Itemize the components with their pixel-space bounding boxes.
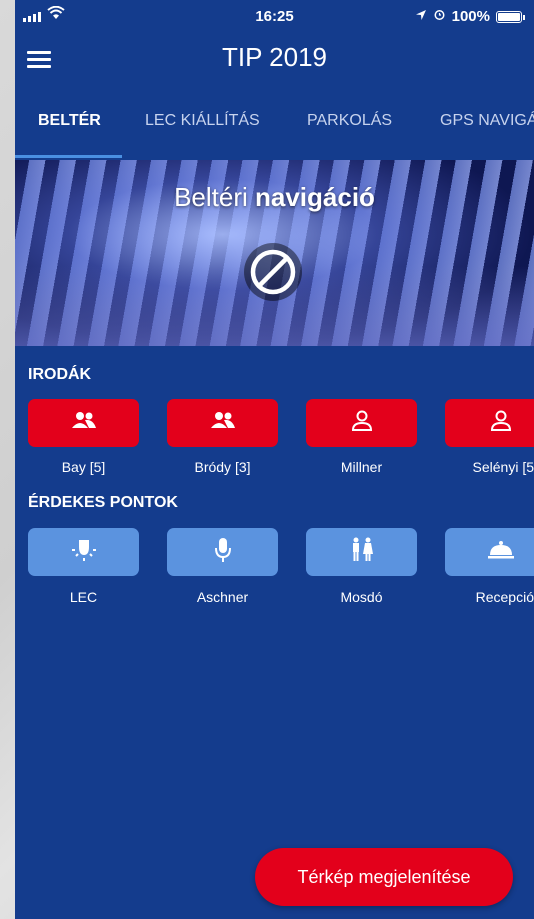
office-millner-label: Millner [340,459,383,475]
points-section-title: ÉRDEKES PONTOK [28,494,178,511]
poi-recepcio-label: Recepció [475,589,534,605]
poi-lec-label: LEC [69,589,98,605]
app-screen: 16:25 100% TIP 2019 BELTÉR LEC KIÁLLÍTÁS… [15,0,534,919]
tab-bar: BELTÉR LEC KIÁLLÍTÁS PARKOLÁS GPS NAVIGÁ [15,100,534,158]
tab-lec-kiallitas[interactable]: LEC KIÁLLÍTÁS [145,112,260,130]
active-tab-indicator [15,155,122,158]
alarm-icon [433,8,446,25]
poi-mosdo-label: Mosdó [340,589,383,605]
location-icon [415,8,427,25]
tab-parkolas[interactable]: PARKOLÁS [307,112,392,130]
person-icon [489,410,513,437]
battery-icon [496,10,525,23]
microphone-icon [213,537,233,568]
lightbulb-icon [70,538,98,567]
offices-section-title: IRODÁK [28,366,92,383]
office-bay-label: Bay [5] [61,459,106,475]
poi-aschner-label: Aschner [196,589,249,605]
app-header: TIP 2019 [15,36,534,82]
office-millner-button[interactable] [306,399,417,447]
indoor-navigation-banner[interactable]: Beltéri navigáció [15,160,534,346]
office-selenyi-label: Selényi [5 [472,459,534,475]
people-icon [69,411,99,436]
page-title: TIP 2019 [221,42,328,72]
person-icon [350,410,374,437]
people-icon [208,411,238,436]
bell-icon [487,540,515,565]
tab-gps-navigacio[interactable]: GPS NAVIGÁ [440,112,534,130]
no-entry-icon [243,242,303,302]
poi-lec-button[interactable] [28,528,139,576]
status-bar: 16:25 100% [15,0,534,36]
poi-aschner-button[interactable] [167,528,278,576]
office-brody-button[interactable] [167,399,278,447]
office-bay-button[interactable] [28,399,139,447]
office-brody-label: Bródy [3] [194,459,251,475]
banner-title: Beltéri navigáció [174,182,375,212]
poi-mosdo-button[interactable] [306,528,417,576]
show-map-button[interactable]: Térkép megjelenítése [255,848,513,906]
battery-percent: 100% [451,8,490,25]
restroom-icon [349,537,375,568]
office-selenyi-button[interactable] [445,399,534,447]
tab-belter[interactable]: BELTÉR [38,112,101,130]
poi-recepcio-button[interactable] [445,528,534,576]
